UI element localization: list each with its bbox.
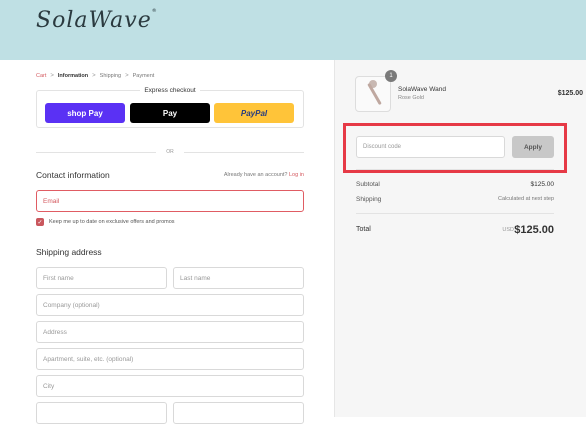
apartment-field[interactable]: Apartment, suite, etc. (optional): [36, 348, 304, 370]
have-account-text: Already have an account? Log in: [224, 172, 304, 178]
product-name: SolaWave Wand: [398, 86, 446, 93]
brand-logo[interactable]: SolaWave®: [36, 8, 158, 33]
last-name-placeholder: Last name: [180, 274, 211, 282]
city-placeholder: City: [43, 382, 55, 390]
product-variant: Rose Gold: [398, 95, 424, 101]
total-row: Total USD $125.00: [356, 224, 554, 236]
paypal-button[interactable]: PayPal: [214, 103, 294, 123]
address-placeholder: Address: [43, 328, 67, 336]
product-price: $125.00: [557, 90, 583, 97]
cart-item: 1 SolaWave Wand Rose Gold $125.00: [355, 70, 583, 116]
breadcrumb: Cart > Information > Shipping > Payment: [36, 73, 154, 79]
have-account-label: Already have an account?: [223, 172, 288, 178]
breadcrumb-shipping: Shipping: [99, 73, 122, 79]
express-checkout-title: Express checkout: [37, 87, 303, 94]
breadcrumb-separator: >: [92, 73, 96, 79]
divider-line: [184, 152, 304, 153]
quantity-badge: 1: [385, 70, 397, 82]
breadcrumb-separator: >: [50, 73, 54, 79]
email-placeholder: Email: [43, 197, 60, 205]
apply-button[interactable]: Apply: [512, 136, 554, 158]
email-field[interactable]: Email: [36, 190, 304, 212]
shipping-row: Shipping Calculated at next step: [356, 196, 554, 203]
discount-code-input[interactable]: Discount code: [356, 136, 505, 158]
discount-placeholder: Discount code: [363, 144, 402, 150]
breadcrumb-payment: Payment: [132, 73, 155, 79]
summary-divider: [356, 169, 554, 170]
subtotal-value: $125.00: [530, 181, 555, 188]
shop-pay-button[interactable]: shop Pay: [45, 103, 125, 123]
apple-pay-label: Pay: [162, 108, 178, 118]
shipping-value: Calculated at next step: [498, 196, 554, 202]
or-divider: OR: [36, 148, 304, 156]
subtotal-label: Subtotal: [356, 181, 380, 188]
last-name-field[interactable]: Last name: [173, 267, 304, 289]
total-value: $125.00: [514, 224, 554, 236]
header: SolaWave®: [0, 0, 586, 60]
apartment-placeholder: Apartment, suite, etc. (optional): [43, 355, 134, 363]
summary-divider: [356, 213, 554, 214]
newsletter-checkbox-row[interactable]: ✓ Keep me up to date on exclusive offers…: [36, 218, 175, 226]
logo-text: SolaWave: [36, 8, 152, 33]
address-field[interactable]: Address: [36, 321, 304, 343]
country-field[interactable]: [36, 402, 167, 424]
newsletter-label: Keep me up to date on exclusive offers a…: [49, 219, 175, 225]
checkout-form-panel: Cart > Information > Shipping > Payment …: [0, 60, 334, 424]
apple-pay-button[interactable]: Pay: [130, 103, 210, 123]
breadcrumb-information: Information: [57, 73, 89, 79]
state-field[interactable]: [173, 402, 304, 424]
logo-mark: ®: [151, 8, 158, 14]
product-thumbnail: [355, 76, 391, 112]
express-checkout-title-text: Express checkout: [140, 87, 200, 94]
currency-code: USD: [502, 227, 514, 233]
login-link[interactable]: Log in: [289, 172, 304, 178]
shipping-address-title: Shipping address: [36, 247, 102, 257]
company-placeholder: Company (optional): [43, 301, 100, 309]
shipping-label: Shipping: [356, 196, 382, 203]
company-field[interactable]: Company (optional): [36, 294, 304, 316]
subtotal-row: Subtotal $125.00: [356, 181, 554, 188]
checkmark-icon[interactable]: ✓: [36, 218, 44, 226]
order-summary-panel: 1 SolaWave Wand Rose Gold $125.00 Discou…: [334, 60, 586, 417]
total-label: Total: [356, 226, 371, 233]
contact-information-title: Contact information: [36, 170, 110, 180]
express-checkout: Express checkout shop Pay Pay PayPal: [36, 87, 304, 128]
city-field[interactable]: City: [36, 375, 304, 397]
breadcrumb-cart[interactable]: Cart: [36, 73, 46, 79]
breadcrumb-separator: >: [125, 73, 129, 79]
first-name-placeholder: First name: [43, 274, 74, 282]
first-name-field[interactable]: First name: [36, 267, 167, 289]
